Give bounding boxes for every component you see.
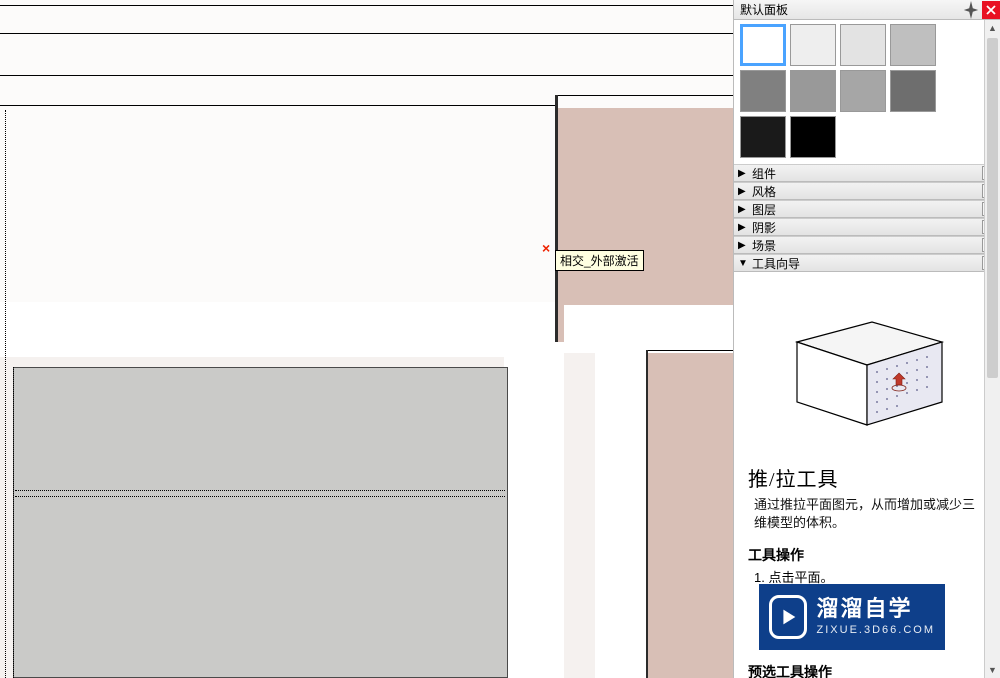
accordion-label: 阴影 — [752, 219, 982, 236]
model-edge — [646, 350, 648, 678]
model-edge — [0, 75, 733, 76]
accordion-label: 风格 — [752, 183, 982, 200]
guide-line — [15, 490, 505, 491]
glass-pane — [13, 367, 508, 678]
swatch[interactable] — [840, 70, 886, 112]
chevron-right-icon: ▶ — [738, 168, 752, 179]
scroll-up-icon[interactable]: ▲ — [985, 20, 1000, 36]
model-edge — [648, 350, 733, 351]
swatch[interactable] — [740, 70, 786, 112]
model-edge — [555, 95, 558, 343]
watermark-title: 溜溜自学 — [817, 598, 935, 620]
tool-description: 通过推拉平面图元，从而增加或减少三维模型的体积。 — [754, 496, 980, 531]
accordion-layers[interactable]: ▶ 图层 × — [734, 200, 1000, 218]
panel-scrollbar[interactable]: ▲ ▼ — [984, 20, 1000, 678]
watermark-logo: 溜溜自学 ZIXUE.3D66.COM — [759, 584, 945, 650]
tool-preselect-header: 预选工具操作 — [748, 662, 986, 678]
viewport-tooltip: 相交_外部激活 — [555, 250, 644, 271]
swatch[interactable] — [740, 116, 786, 158]
wall-surface — [645, 350, 733, 678]
tool-title: 推/拉工具 — [748, 463, 986, 492]
accordion-components[interactable]: ▶ 组件 × — [734, 164, 1000, 182]
scroll-down-icon[interactable]: ▼ — [985, 662, 1000, 678]
chevron-right-icon: ▶ — [738, 240, 752, 251]
play-icon — [769, 595, 807, 639]
default-tray-panel: 默认面板 ◢ ▶ 组件 × — [733, 0, 1000, 678]
ceiling-surface — [0, 0, 733, 108]
guide-line — [13, 367, 14, 678]
tool-illustration — [748, 284, 986, 459]
pin-icon[interactable] — [962, 1, 980, 19]
accordion-scenes[interactable]: ▶ 场景 × — [734, 236, 1000, 254]
panel-close-button[interactable] — [982, 1, 1000, 19]
accordion-instructor[interactable]: ▼ 工具向导 × — [734, 254, 1000, 272]
watermark-subtitle: ZIXUE.3D66.COM — [817, 624, 935, 636]
material-swatches: ◢ — [734, 20, 1000, 164]
frame-right — [595, 350, 647, 678]
swatch[interactable] — [890, 24, 936, 66]
accordion-label: 场景 — [752, 237, 982, 254]
swatch[interactable] — [840, 24, 886, 66]
guide-line — [5, 110, 6, 678]
chevron-right-icon: ▶ — [738, 204, 752, 215]
swatch[interactable] — [790, 70, 836, 112]
chevron-right-icon: ▶ — [738, 222, 752, 233]
guide-line — [15, 496, 505, 497]
accordion-shadows[interactable]: ▶ 阴影 × — [734, 218, 1000, 236]
model-edge — [0, 33, 733, 34]
model-edge — [0, 105, 555, 106]
swatch[interactable] — [790, 24, 836, 66]
accordion-label: 工具向导 — [752, 255, 982, 272]
model-edge — [555, 95, 733, 96]
swatch[interactable] — [890, 70, 936, 112]
chevron-right-icon: ▶ — [738, 186, 752, 197]
accordion-styles[interactable]: ▶ 风格 × — [734, 182, 1000, 200]
chevron-down-icon: ▼ — [738, 258, 752, 269]
frame-right — [504, 342, 564, 678]
swatch-white[interactable] — [740, 24, 786, 66]
scrollbar-thumb[interactable] — [987, 38, 998, 378]
model-edge — [0, 5, 733, 6]
frame-top — [564, 305, 733, 353]
panel-title: 默认面板 — [740, 1, 788, 18]
ceiling-surface — [0, 108, 555, 303]
panel-titlebar[interactable]: 默认面板 — [734, 0, 1000, 20]
tray-accordion: ▶ 组件 × ▶ 风格 × ▶ 图层 × ▶ 阴影 × ▶ 场景 × ▼ 工具向… — [734, 164, 1000, 272]
accordion-label: 图层 — [752, 201, 982, 218]
accordion-label: 组件 — [752, 165, 982, 182]
swatch[interactable] — [790, 116, 836, 158]
intersection-cursor-icon: × — [542, 240, 550, 256]
frame-top — [0, 302, 555, 357]
viewport-3d[interactable]: × 相交_外部激活 — [0, 0, 733, 678]
tool-ops-header: 工具操作 — [748, 545, 986, 565]
